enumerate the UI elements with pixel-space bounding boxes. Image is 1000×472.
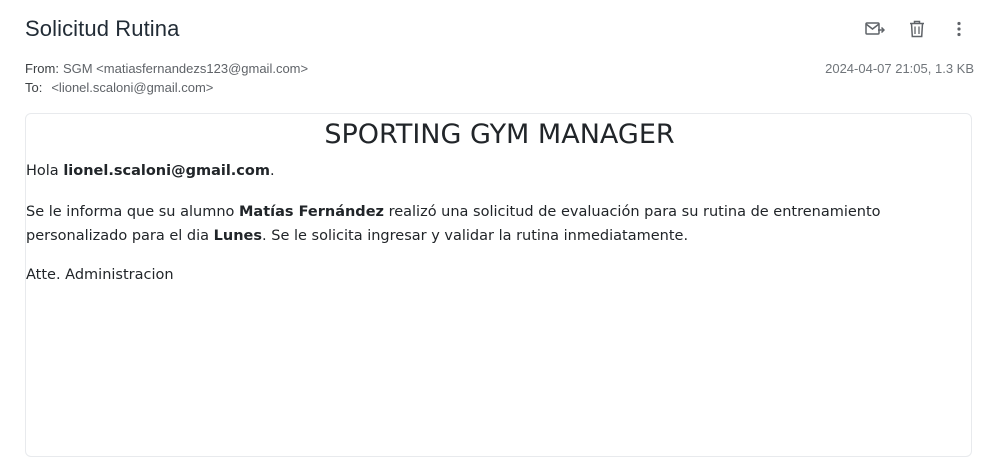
greeting-suffix: . — [269, 163, 275, 179]
to-row: To: <lionel.scaloni@gmail.com> — [25, 80, 213, 95]
signoff-paragraph: Atte. Administracion — [26, 267, 174, 283]
student-name: Matías Fernández — [239, 204, 384, 220]
more-vertical-icon — [957, 21, 961, 37]
message-paragraph: Se le informa que su alumno Matías Ferná… — [26, 200, 966, 248]
message-toolbar — [864, 18, 970, 40]
from-row: From: SGM <matiasfernandezs123@gmail.com> — [25, 61, 308, 76]
forward-button[interactable] — [864, 18, 886, 40]
more-options-button[interactable] — [948, 18, 970, 40]
trash-icon — [910, 20, 924, 38]
forward-mail-icon — [865, 22, 885, 35]
greeting-email: lionel.scaloni@gmail.com — [63, 163, 270, 179]
brand-heading: SPORTING GYM MANAGER — [324, 119, 675, 150]
email-body: SPORTING GYM MANAGER Hola lionel.scaloni… — [25, 113, 972, 457]
delete-button[interactable] — [906, 18, 928, 40]
to-label: To: — [25, 80, 43, 95]
to-address[interactable]: <lionel.scaloni@gmail.com> — [51, 80, 213, 95]
date-size-info: 2024-04-07 21:05, 1.3 KB — [825, 61, 974, 76]
from-address[interactable]: SGM <matiasfernandezs123@gmail.com> — [63, 61, 308, 76]
from-label: From: — [25, 61, 59, 76]
email-subject: Solicitud Rutina — [25, 16, 180, 41]
message-text-a: Se le informa que su alumno — [26, 204, 239, 220]
message-text-c: . Se le solicita ingresar y validar la r… — [262, 228, 689, 244]
greeting-prefix: Hola — [26, 163, 64, 179]
greeting-paragraph: Hola lionel.scaloni@gmail.com. — [26, 159, 966, 183]
routine-day: Lunes — [213, 228, 263, 244]
